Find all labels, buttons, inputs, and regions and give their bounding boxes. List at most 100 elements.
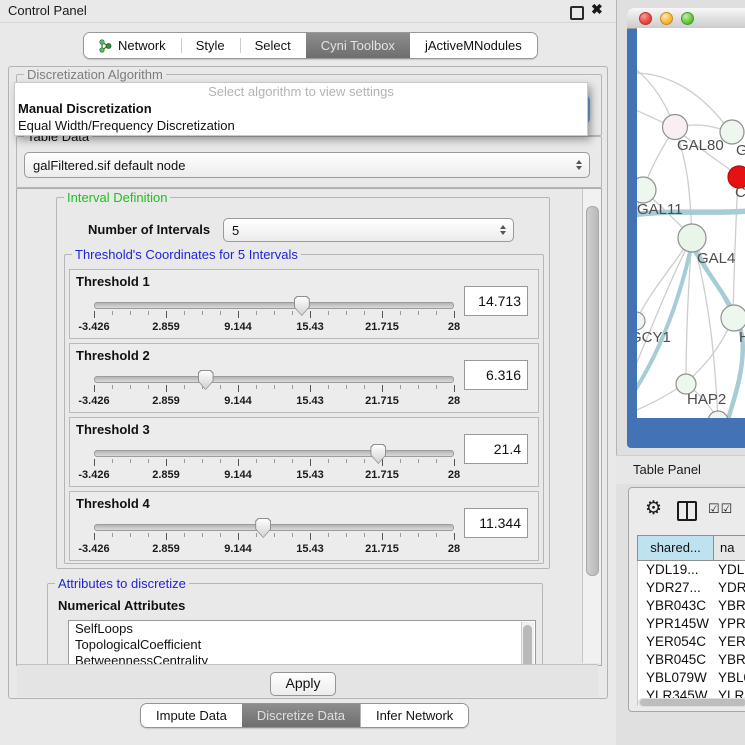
tick-label: 21.715 <box>365 469 399 481</box>
close-traffic-light[interactable] <box>639 12 652 25</box>
checkbox-icons[interactable]: ☑☑ <box>708 501 733 517</box>
threshold-value-field[interactable]: 14.713 <box>464 286 528 316</box>
cell-shared-name[interactable]: YER054C <box>638 633 714 651</box>
tab-jactivemnodules[interactable]: jActiveMNodules <box>410 33 537 58</box>
threshold-label: Threshold 2 <box>76 348 150 363</box>
slider-major-ticks <box>94 385 455 392</box>
cell-shared-name[interactable]: YPR145W <box>638 615 714 633</box>
tick-label: 28 <box>448 321 460 333</box>
tick-label: 9.144 <box>224 321 252 333</box>
threshold-panel: Threshold 3 -3.4262.8599.14415.4321.7152… <box>69 417 539 487</box>
threshold-slider[interactable]: -3.4262.8599.14415.4321.71528 <box>94 444 454 486</box>
slider-track[interactable] <box>94 450 454 457</box>
attribute-list-item[interactable]: SelfLoops <box>69 621 535 637</box>
number-of-intervals-combobox[interactable]: 5 <box>223 218 514 242</box>
tab-impute-data[interactable]: Impute Data <box>141 704 242 727</box>
algorithm-placeholder-item[interactable]: Select algorithm to view settings <box>15 83 587 100</box>
tab-label: Network <box>118 38 166 53</box>
table-row[interactable]: YPR145WYPR1 <box>638 615 745 633</box>
list-scrollbar-thumb[interactable] <box>523 625 532 666</box>
network-node-gcy1[interactable] <box>637 312 645 330</box>
table-row[interactable]: YDR27...YDR2 <box>638 579 745 597</box>
attribute-list-item[interactable]: TopologicalCoefficient <box>69 637 535 653</box>
algorithm-item-manual[interactable]: Manual Discretization <box>15 100 587 117</box>
numerical-attributes-list[interactable]: SelfLoopsTopologicalCoefficientBetweenne… <box>68 620 536 666</box>
threshold-slider[interactable]: -3.4262.8599.14415.4321.71528 <box>94 370 454 412</box>
combo-spinner-icon <box>576 157 582 173</box>
column-header-name[interactable]: na <box>714 536 745 560</box>
cell-name[interactable]: YBR0 <box>714 597 745 615</box>
apply-button[interactable]: Apply <box>270 672 336 696</box>
cell-shared-name[interactable]: YDL19... <box>638 561 714 579</box>
horizontal-scrollbar[interactable] <box>638 698 745 707</box>
columns-icon[interactable] <box>677 501 697 521</box>
threshold-slider[interactable]: -3.4262.8599.14415.4321.71528 <box>94 518 454 560</box>
algorithm-item-equal-width[interactable]: Equal Width/Frequency Discretization <box>15 117 587 134</box>
float-window-icon[interactable] <box>570 6 584 20</box>
minimize-traffic-light[interactable] <box>660 12 673 25</box>
table-row[interactable]: YBR043CYBR0 <box>638 597 745 615</box>
cell-name[interactable]: YER0 <box>714 633 745 651</box>
table-row[interactable]: YDL19...YDL1 <box>638 561 745 579</box>
tab-network[interactable]: Network <box>84 33 181 58</box>
threshold-value-field[interactable]: 11.344 <box>464 508 528 538</box>
cell-shared-name[interactable]: YDR27... <box>638 579 714 597</box>
threshold-value-field[interactable]: 21.4 <box>464 434 528 464</box>
slider-track[interactable] <box>94 302 454 309</box>
tick-label: 15.43 <box>296 395 324 407</box>
cell-name[interactable]: YPR1 <box>714 615 745 633</box>
tick-label: 15.43 <box>296 543 324 555</box>
tick-label: 2.859 <box>152 543 180 555</box>
close-icon[interactable]: ✖ <box>591 1 603 18</box>
tab-cyni-toolbox[interactable]: Cyni Toolbox <box>306 33 410 58</box>
network-node-gal80[interactable] <box>663 115 688 140</box>
tick-label: 15.43 <box>296 469 324 481</box>
thresholds-group: Threshold's Coordinates for 5 Intervals … <box>64 254 544 564</box>
column-header-shared-name[interactable]: shared... <box>638 536 714 560</box>
slider-track[interactable] <box>94 524 454 531</box>
slider-track[interactable] <box>94 376 454 383</box>
cell-name[interactable]: YBR0 <box>714 651 745 669</box>
gear-icon[interactable]: ⚙ <box>645 499 662 518</box>
tab-select[interactable]: Select <box>240 33 306 58</box>
cell-name[interactable]: YDL1 <box>714 561 745 579</box>
tab-infer-network[interactable]: Infer Network <box>360 704 468 727</box>
table-row[interactable]: YBR045CYBR0 <box>638 651 745 669</box>
vertical-scrollbar[interactable] <box>582 189 601 663</box>
settings-scroll-area: Interval Definition Number of Intervals … <box>16 188 602 666</box>
number-of-intervals-value: 5 <box>232 223 239 238</box>
tick-label: 21.715 <box>365 395 399 407</box>
top-tabbar: Network Style Select Cyni Toolbox jActiv… <box>83 32 538 59</box>
threshold-panel: Threshold 1 -3.4262.8599.14415.4321.7152… <box>69 269 539 339</box>
table-row[interactable]: YER054CYER0 <box>638 633 745 651</box>
threshold-slider[interactable]: -3.4262.8599.14415.4321.71528 <box>94 296 454 338</box>
tab-label: Infer Network <box>376 708 453 723</box>
tick-label: -3.426 <box>78 321 109 333</box>
tick-label: 9.144 <box>224 469 252 481</box>
tick-label: -3.426 <box>78 543 109 555</box>
network-canvas[interactable]: GAL80 G C GAL11 GAL4 GCY1 H HAP2 <box>637 28 745 418</box>
cell-shared-name[interactable]: YBR045C <box>638 651 714 669</box>
vertical-scrollbar-thumb[interactable] <box>586 206 599 576</box>
network-node[interactable] <box>708 411 728 418</box>
network-window-titlebar[interactable] <box>627 8 745 29</box>
list-scrollbar[interactable] <box>521 622 534 666</box>
cell-name[interactable]: YDR2 <box>714 579 745 597</box>
table-data-combobox[interactable]: galFiltered.sif default node <box>24 152 590 178</box>
network-node-gal4[interactable] <box>678 224 706 252</box>
cell-shared-name[interactable]: YBL079W <box>638 669 714 687</box>
horizontal-scrollbar-thumb[interactable] <box>640 699 745 706</box>
threshold-value-field[interactable]: 6.316 <box>464 360 528 390</box>
node-table: shared... na YDL19...YDL1YDR27...YDR2YBR… <box>637 535 745 679</box>
cell-shared-name[interactable]: YBR043C <box>638 597 714 615</box>
tab-discretize-data[interactable]: Discretize Data <box>242 704 360 727</box>
zoom-traffic-light[interactable] <box>681 12 694 25</box>
network-graph: GAL80 G C GAL11 GAL4 GCY1 H HAP2 <box>637 28 745 418</box>
cell-name[interactable]: YBL0 <box>714 669 745 687</box>
attribute-items: SelfLoopsTopologicalCoefficientBetweenne… <box>69 621 535 666</box>
table-rows: YDL19...YDL1YDR27...YDR2YBR043CYBR0YPR14… <box>637 561 745 706</box>
tab-style[interactable]: Style <box>181 33 240 58</box>
network-node[interactable] <box>721 305 745 331</box>
tick-label: 15.43 <box>296 321 324 333</box>
table-row[interactable]: YBL079WYBL0 <box>638 669 745 687</box>
